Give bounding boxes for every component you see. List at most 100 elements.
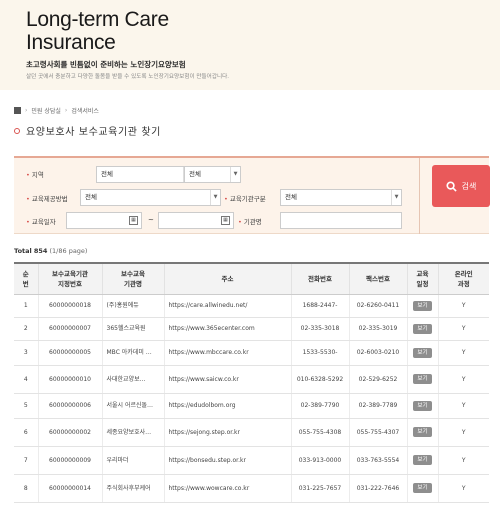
cell-address[interactable]: https://sejong.step.or.kr — [163, 418, 291, 447]
cell-name[interactable]: 우리마더 — [101, 446, 164, 475]
cell-name[interactable]: 365헬스교육원 — [101, 317, 164, 341]
calendar-icon[interactable]: ▦ — [221, 216, 230, 225]
view-schedule-button[interactable]: 보기 — [413, 455, 432, 465]
cell-code: 60000000002 — [37, 418, 102, 447]
date-to-input[interactable]: ▦ — [158, 212, 234, 229]
type-label: • 교육기관구분 — [224, 195, 266, 203]
total-label: Total — [14, 247, 32, 255]
cell-fax: 02-6260-0411 — [348, 294, 407, 318]
cell-address[interactable]: https://edudolbom.org — [163, 393, 291, 419]
cell-code: 60000000010 — [37, 365, 102, 394]
cell-no: 1 — [14, 294, 38, 318]
results-table: 순번 보수교육기관 지정번호 보수교육 기관명 주소 전화번호 팩스번호 교육 일정 … — [14, 262, 489, 503]
view-schedule-button[interactable]: 보기 — [413, 483, 432, 493]
method-select[interactable]: 전체 ▼ — [80, 189, 221, 206]
name-label: • 기관명 — [238, 218, 262, 226]
cell-phone: 02-335-3018 — [290, 317, 349, 341]
search-button-label: 검색 — [461, 181, 477, 191]
type-select[interactable]: 전체 ▼ — [280, 189, 402, 206]
result-summary: Total 854 (1/86 page) — [14, 247, 87, 255]
cell-address[interactable]: https://www.saicw.co.kr — [163, 365, 291, 394]
cell-online: Y — [437, 365, 489, 394]
calendar-icon[interactable]: ▦ — [129, 216, 138, 225]
home-icon[interactable] — [14, 107, 21, 114]
cell-no: 8 — [14, 474, 38, 503]
search-icon — [446, 180, 457, 192]
brand-line-1: Long-term Care — [26, 8, 169, 31]
chevron-right-icon: › — [64, 107, 68, 114]
cell-online: Y — [437, 317, 489, 341]
cell-name[interactable]: MBC 아카데미 … — [101, 340, 164, 366]
cell-schedule: 보기 — [406, 418, 438, 447]
search-form: •지역 전체▼ 전체▼ •교육제공방법 전체▼ •교육기관구분 전체▼ •교육일… — [14, 156, 490, 234]
col-header-phone: 전화번호 — [290, 263, 349, 295]
search-button[interactable]: 검색 — [432, 165, 490, 207]
breadcrumb-item-1[interactable]: 민원 상담실 — [31, 106, 61, 115]
search-divider — [419, 158, 420, 234]
chevron-down-icon: ▼ — [210, 190, 220, 205]
cell-online: Y — [437, 340, 489, 366]
date-range-tilde: ~ — [148, 216, 154, 224]
col-header-online: 온라인 과정 — [437, 263, 489, 295]
cell-code: 60000000009 — [37, 446, 102, 475]
cell-schedule: 보기 — [406, 340, 438, 366]
cell-address[interactable]: https://bonsedu.step.or.kr — [163, 446, 291, 475]
cell-address[interactable]: https://www.365ecenter.com — [163, 317, 291, 341]
view-schedule-button[interactable]: 보기 — [413, 374, 432, 384]
cell-fax: 02-529-6252 — [348, 365, 407, 394]
cell-address[interactable]: https://www.wowcare.co.kr — [163, 474, 291, 503]
cell-schedule: 보기 — [406, 365, 438, 394]
view-schedule-button[interactable]: 보기 — [413, 323, 432, 334]
cell-schedule: 보기 — [406, 474, 438, 503]
table-row: 4 60000000010 사대한교양보… https://www.saicw.… — [14, 365, 489, 394]
date-from-input[interactable]: ▦ — [66, 212, 142, 229]
view-schedule-button[interactable]: 보기 — [413, 400, 432, 411]
cell-no: 7 — [14, 446, 38, 475]
cell-phone: 1533-5530- — [290, 340, 349, 366]
page-info: (1/86 page) — [49, 247, 88, 255]
cell-code: 60000000005 — [37, 340, 102, 366]
cell-fax: 055-755-4307 — [348, 418, 407, 447]
cell-no: 4 — [14, 365, 38, 394]
region-label: • 지역 — [26, 171, 44, 179]
cell-online: Y — [437, 393, 489, 419]
cell-code: 60000000007 — [37, 317, 102, 341]
cell-name[interactable]: 세종요양보호사… — [101, 418, 164, 447]
cell-name[interactable]: (주)홍원에듀 — [101, 294, 164, 318]
cell-name[interactable]: 사대한교양보… — [101, 365, 164, 394]
cell-schedule: 보기 — [406, 393, 438, 419]
cell-online: Y — [437, 294, 489, 318]
cell-phone: 1688-2447- — [290, 294, 349, 318]
cell-no: 3 — [14, 340, 38, 366]
table-row: 8 60000000014 주식회사후부케어 https://www.wowca… — [14, 474, 489, 503]
region-select[interactable]: 전체▼ — [96, 166, 194, 183]
cell-name[interactable]: 주식회사후부케어 — [101, 474, 164, 503]
cell-name[interactable]: 서울시 어르신돌… — [101, 393, 164, 419]
page-title: 요양보호사 보수교육기관 찾기 — [14, 123, 161, 138]
view-schedule-button[interactable]: 보기 — [413, 427, 432, 437]
page-title-text: 요양보호사 보수교육기관 찾기 — [26, 127, 161, 138]
table-row: 1 60000000018 (주)홍원에듀 https://care.allwi… — [14, 294, 489, 318]
cell-online: Y — [437, 418, 489, 447]
breadcrumb-item-2[interactable]: 검색서비스 — [71, 106, 99, 115]
cell-address[interactable]: https://care.allwinedu.net/ — [163, 294, 291, 318]
cell-fax: 02-389-7789 — [348, 393, 407, 419]
brand-title[interactable]: Long-term Care Insurance — [26, 8, 169, 54]
institution-name-input[interactable] — [280, 212, 402, 229]
view-schedule-button[interactable]: 보기 — [413, 347, 432, 358]
table-row: 5 60000000006 서울시 어르신돌… https://edudolbo… — [14, 393, 489, 419]
view-schedule-button[interactable]: 보기 — [413, 300, 432, 311]
col-header-address: 주소 — [163, 263, 291, 295]
cell-schedule: 보기 — [406, 317, 438, 341]
subregion-select[interactable]: 전체 ▼ — [184, 166, 241, 183]
col-header-fax: 팩스번호 — [348, 263, 407, 295]
cell-no: 6 — [14, 418, 38, 447]
cell-phone: 031-225-7657 — [290, 474, 349, 503]
header-tagline: 살던 곳에서 충분하고 다양한 돌봄을 받을 수 있도록 노인장기요양보험이 만… — [26, 74, 230, 80]
cell-no: 2 — [14, 317, 38, 341]
chevron-down-icon: ▼ — [230, 167, 240, 182]
cell-schedule: 보기 — [406, 294, 438, 318]
cell-address[interactable]: https://www.mbccare.co.kr — [163, 340, 291, 366]
header-subtitle: 초고령사회를 빈틈없이 준비하는 노인장기요양보험 — [26, 60, 186, 69]
cell-fax: 02-6003-0210 — [348, 340, 407, 366]
